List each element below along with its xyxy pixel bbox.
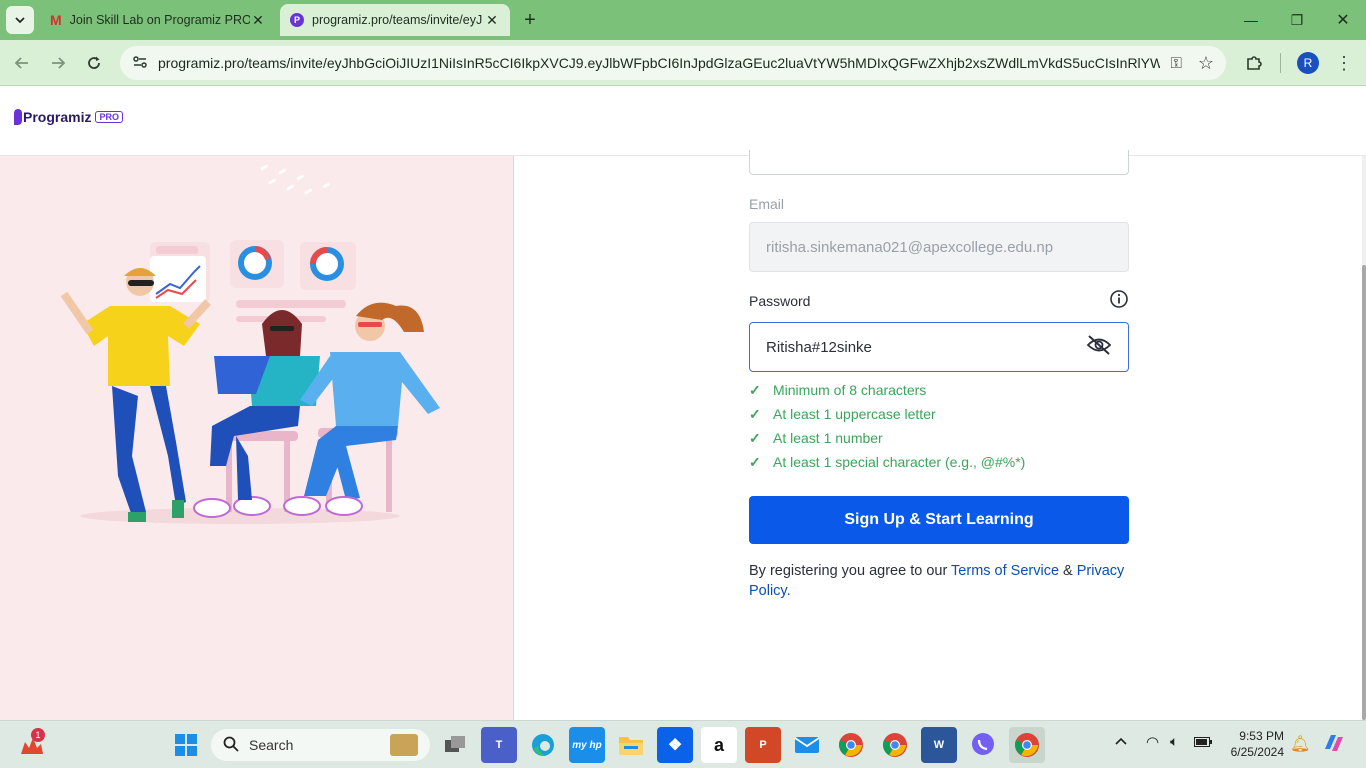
volume-icon[interactable]: 🔈︎ [1170,733,1178,750]
email-label: Email [749,196,785,212]
address-bar[interactable]: programiz.pro/teams/invite/eyJhbGciOiJIU… [120,46,1226,80]
check-icon: ✓ [749,429,761,446]
privacy-policy-link[interactable]: Privacy [1077,563,1125,579]
name-field-partial[interactable] [749,150,1129,175]
programiz-logo[interactable]: Programiz PRO [14,109,123,125]
back-arrow-icon[interactable] [8,49,36,77]
password-info-icon[interactable] [1109,289,1129,314]
profile-avatar[interactable]: R [1297,52,1319,74]
logo-text: Programiz [23,109,92,125]
gmail-icon: M [50,12,62,28]
email-field: ritisha.sinkemana021@apexcollege.edu.np [749,222,1129,272]
task-view-icon[interactable] [437,727,473,763]
programiz-favicon-icon: P [290,13,304,27]
toolbar-divider [1280,53,1281,73]
myhp-icon[interactable]: my hp [569,727,605,763]
browser-menu-icon[interactable]: ⋮ [1330,49,1358,77]
url-text: programiz.pro/teams/invite/eyJhbGciOiJIU… [158,55,1161,71]
word-icon[interactable]: W [921,727,957,763]
file-explorer-icon[interactable] [613,727,649,763]
edge-icon[interactable] [525,727,561,763]
browser-tabstrip: M Join Skill Lab on Programiz PRO ✕ P pr… [0,0,1366,40]
illustration-pane [0,156,514,720]
dropbox-icon[interactable]: ❖ [657,727,693,763]
requirement-number: ✓ At least 1 number [749,429,883,447]
site-header: Programiz PRO [0,87,1366,156]
close-tab-icon[interactable]: ✕ [250,12,266,29]
reload-icon[interactable] [80,49,108,77]
privacy-policy-link-cont[interactable]: Policy. [749,583,791,599]
mail-icon[interactable] [789,727,825,763]
password-value: Ritisha#12sinke [766,338,872,356]
requirement-length: ✓ Minimum of 8 characters [749,381,927,399]
taskbar-search-box[interactable]: Search [211,729,430,761]
search-highlight-icon [390,734,418,756]
site-info-icon[interactable] [132,54,148,73]
tab-search-chevron-icon[interactable] [6,6,34,34]
extensions-puzzle-icon[interactable] [1240,49,1268,77]
check-icon: ✓ [749,453,761,470]
tab-programiz[interactable]: P programiz.pro/teams/invite/eyJ ✕ [280,4,510,36]
password-key-icon[interactable]: ⚿ [1170,55,1181,72]
tab-title: programiz.pro/teams/invite/eyJ [312,13,483,27]
clock-date: 6/25/2024 [1230,745,1284,759]
restore-icon[interactable]: ❐ [1274,6,1320,34]
clock-time: 9:53 PM [1239,729,1284,743]
new-tab-plus-icon[interactable]: + [516,6,544,34]
search-icon [223,736,239,755]
close-tab-icon[interactable]: ✕ [484,12,500,29]
start-windows-icon[interactable] [168,727,204,763]
team-learning-illustration [60,164,440,524]
battery-icon[interactable] [1194,735,1212,750]
forward-arrow-icon[interactable] [44,49,72,77]
bookmark-star-icon[interactable]: ☆ [1198,53,1214,74]
close-window-icon[interactable]: ✕ [1320,6,1366,34]
show-hidden-icons-chevron-icon[interactable] [1114,734,1128,749]
system-clock[interactable]: 9:53 PM 6/25/2024 [1226,728,1284,760]
check-icon: ✓ [749,405,761,422]
logo-badge: PRO [95,111,123,123]
windows-taskbar: 1 Search T my hp ❖ a P W ◠ 🔈︎ 9:53 PM 6/… [0,720,1366,768]
powerpoint-icon[interactable]: P [745,727,781,763]
copilot-icon[interactable] [1322,731,1346,758]
chrome-profile-icon[interactable] [877,727,913,763]
password-field[interactable]: Ritisha#12sinke [749,322,1129,372]
notification-bell-icon[interactable]: 🔔︎ [1290,734,1310,754]
signup-button[interactable]: Sign Up & Start Learning [749,496,1129,544]
page-scrollbar-thumb[interactable] [1362,265,1366,720]
logo-mark-icon [14,109,22,125]
teams-icon[interactable]: T [481,727,517,763]
terms-of-service-link[interactable]: Terms of Service [951,563,1059,579]
chrome-icon[interactable] [833,727,869,763]
hide-password-eye-icon[interactable] [1086,334,1112,360]
browser-toolbar: programiz.pro/teams/invite/eyJhbGciOiJIU… [0,40,1366,86]
email-value: ritisha.sinkemana021@apexcollege.edu.np [766,238,1054,256]
search-label: Search [249,737,294,753]
requirement-uppercase: ✓ At least 1 uppercase letter [749,405,936,423]
widgets-notification-badge: 1 [31,728,45,742]
password-label: Password [749,293,811,309]
tab-gmail[interactable]: M Join Skill Lab on Programiz PRO ✕ [40,4,276,36]
tab-title: Join Skill Lab on Programiz PRO [69,13,250,27]
viber-icon[interactable] [965,727,1001,763]
password-requirements: ✓ Minimum of 8 characters ✓ At least 1 upp… [749,378,1025,474]
requirement-special: ✓ At least 1 special character (e.g., @#%… [749,453,1026,471]
wifi-icon[interactable]: ◠ [1146,733,1159,751]
minimize-icon[interactable]: — [1228,6,1274,34]
check-icon: ✓ [749,381,761,398]
terms-notice: By registering you agree to our Terms of… [749,563,1125,599]
chrome-active-icon[interactable] [1009,727,1045,763]
amazon-icon[interactable]: a [701,727,737,763]
